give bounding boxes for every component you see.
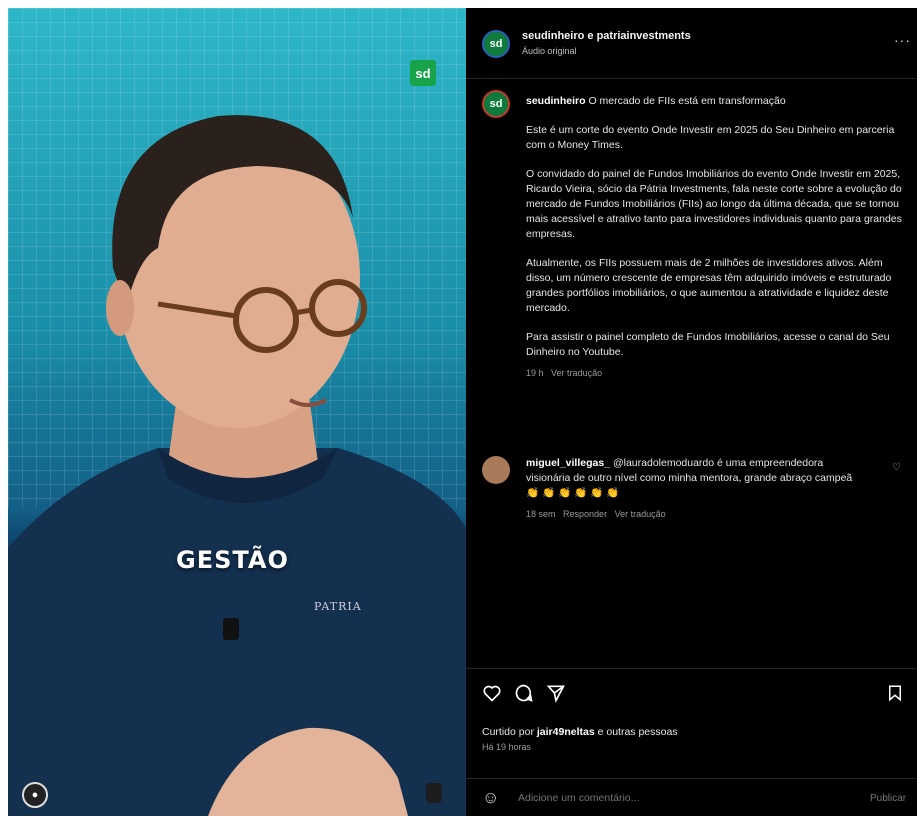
caption-see-translation[interactable]: Ver tradução <box>551 368 602 378</box>
comment-username[interactable]: miguel_villegas_ <box>526 457 610 469</box>
caption-age: 19 h <box>526 368 544 378</box>
action-bar <box>466 668 917 713</box>
more-options-icon[interactable]: ··· <box>894 32 911 48</box>
comment-emojis: 👏 👏 👏 👏 👏 👏 <box>526 487 620 499</box>
caption-paragraph-3: Atualmente, os FIIs possuem mais de 2 mi… <box>526 257 892 314</box>
likes-prefix: Curtido por <box>482 726 534 738</box>
likes-summary: Curtido por jair49neltas e outras pessoa… <box>482 726 678 738</box>
author-avatar[interactable]: sd <box>482 30 510 58</box>
comment-input[interactable] <box>516 791 820 805</box>
comment-text: miguel_villegas_ @lauradolemoduardo é um… <box>526 456 866 522</box>
publish-button[interactable]: Publicar <box>870 793 906 804</box>
likes-suffix[interactable]: e outras pessoas <box>598 726 678 738</box>
caption-paragraph-2: O convidado do painel de Fundos Imobiliá… <box>526 168 902 240</box>
author-usernames[interactable]: seudinheiro e patriainvestments <box>522 30 691 42</box>
post-details-panel: sd seudinheiro e patriainvestments Áudio… <box>466 8 917 816</box>
post-header: sd seudinheiro e patriainvestments Áudio… <box>466 8 917 79</box>
emoji-icon[interactable]: ☺ <box>482 788 499 808</box>
comment-icon[interactable] <box>514 683 534 703</box>
likes-user[interactable]: jair49neltas <box>537 726 595 738</box>
caption-paragraph-1: Este é um corte do evento Onde Investir … <box>526 124 895 151</box>
post-timestamp: Há 19 horas <box>482 742 532 752</box>
add-comment-bar: ☺ Publicar <box>466 778 917 816</box>
caption-paragraph-4: Para assistir o painel completo de Fundo… <box>526 331 890 358</box>
video-caption-overlay: GESTÃO <box>176 546 289 574</box>
caption-avatar[interactable]: sd <box>482 90 510 118</box>
reply-link[interactable]: Responder <box>563 509 607 519</box>
shirt-logo-text: PATRIA <box>314 600 362 613</box>
presenter-illustration <box>8 115 466 816</box>
commenter-avatar[interactable] <box>482 456 510 484</box>
comment-like-icon[interactable]: ♡ <box>892 462 901 473</box>
caption-username[interactable]: seudinheiro <box>526 95 586 107</box>
comment-age: 18 sem <box>526 509 556 519</box>
audio-label[interactable]: Áudio original <box>522 46 577 56</box>
comment-item: miguel_villegas_ @lauradolemoduardo é um… <box>482 456 907 566</box>
bookmark-icon[interactable] <box>886 683 904 703</box>
post-modal: GESTÃO PATRIA sd ● sd seudinheiro e patr… <box>8 8 917 816</box>
comment-see-translation[interactable]: Ver tradução <box>615 509 666 519</box>
video-media[interactable]: GESTÃO PATRIA sd ● <box>8 8 466 816</box>
heart-icon[interactable] <box>482 683 502 703</box>
caption-headline: O mercado de FIIs está em transformação <box>588 95 786 107</box>
brand-logo: sd <box>410 60 436 86</box>
user-tag-icon[interactable]: ● <box>22 782 48 808</box>
caption-text: seudinheiro O mercado de FIIs está em tr… <box>526 94 904 381</box>
share-icon[interactable] <box>546 683 566 703</box>
